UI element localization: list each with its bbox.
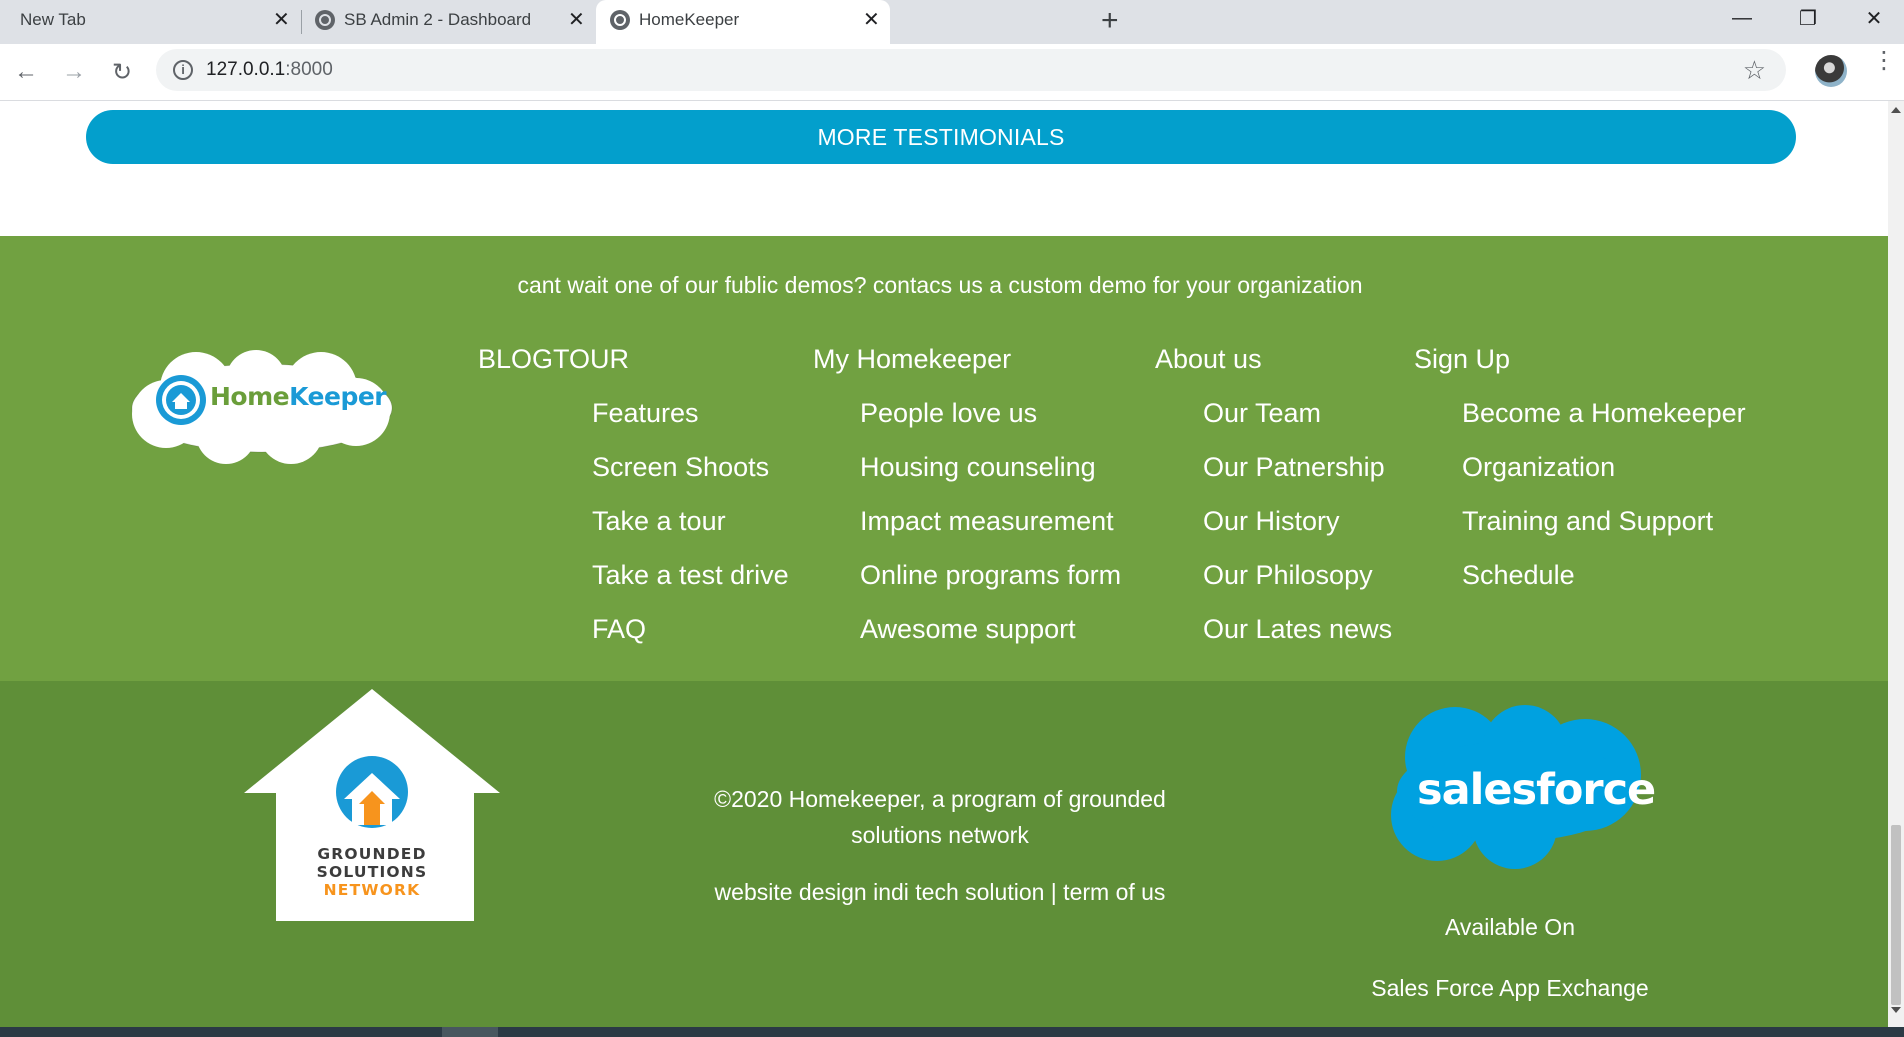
copyright-line-1: ©2020 Homekeeper, a program of grounded [714, 786, 1166, 812]
app-exchange-link[interactable]: Sales Force App Exchange [1340, 975, 1680, 1002]
wordmark-keeper: Keeper [289, 382, 387, 411]
scroll-down-arrow-icon[interactable] [1891, 1007, 1901, 1013]
page-scrollbar[interactable] [1888, 101, 1904, 1027]
footer-links-section: cant wait one of our fublic demos? conta… [0, 236, 1888, 681]
tab-homekeeper[interactable]: HomeKeeper ✕ [596, 0, 890, 44]
footer-link[interactable]: Our Patnership [1203, 452, 1385, 483]
back-arrow-icon[interactable]: ← [12, 58, 40, 86]
credits-text[interactable]: website design indi tech solution | term… [690, 879, 1190, 906]
homekeeper-wordmark: HomeKeeper [210, 382, 387, 411]
gsn-emblem-icon [336, 756, 408, 828]
copyright-line-2: solutions network [851, 822, 1029, 848]
more-testimonials-button[interactable]: MORE TESTIMONIALS [86, 110, 1796, 164]
footer-link[interactable]: Our Team [1203, 398, 1321, 429]
menu-dots-icon[interactable]: ⋮ [1872, 49, 1896, 73]
demo-cta-text[interactable]: cant wait one of our fublic demos? conta… [0, 272, 1880, 299]
footer-link[interactable]: Screen Shoots [592, 452, 769, 483]
url-port: :8000 [285, 59, 333, 80]
address-bar[interactable]: i 127.0.0.1:8000 ☆ [156, 49, 1786, 91]
tab-title: New Tab [20, 10, 86, 29]
footer-link[interactable]: Housing counseling [860, 452, 1096, 483]
available-on-text: Available On [1445, 914, 1575, 940]
taskbar-indicator [442, 1027, 498, 1037]
taskbar-strip [0, 1027, 1904, 1037]
footer-link[interactable]: Our Lates news [1203, 614, 1392, 645]
copyright-text: ©2020 Homekeeper, a program of grounded … [690, 781, 1190, 853]
close-icon[interactable]: ✕ [863, 10, 880, 30]
homekeeper-emblem-icon [156, 375, 206, 425]
globe-icon [610, 10, 630, 30]
footer-link[interactable]: Organization [1462, 452, 1615, 483]
footer-link[interactable]: Impact measurement [860, 506, 1114, 537]
minimize-icon[interactable]: — [1712, 0, 1772, 36]
tab-sb-admin[interactable]: SB Admin 2 - Dashboard ✕ [302, 0, 594, 44]
gsn-line-2: SOLUTIONS [316, 863, 428, 881]
footer-link[interactable]: Take a test drive [592, 560, 789, 591]
footer-link[interactable]: Schedule [1462, 560, 1575, 591]
grounded-solutions-logo[interactable]: GROUNDED SOLUTIONS NETWORK [242, 687, 502, 923]
salesforce-logo[interactable]: salesforce [1375, 703, 1656, 883]
tab-strip: New Tab ✕ SB Admin 2 - Dashboard ✕ HomeK… [0, 0, 1904, 44]
footer-heading-about-us[interactable]: About us [1155, 344, 1262, 375]
footer-link[interactable]: Our History [1203, 506, 1340, 537]
star-icon[interactable]: ☆ [1743, 55, 1766, 86]
wordmark-home: Home [210, 382, 290, 411]
reload-icon[interactable]: ↻ [108, 58, 136, 86]
footer-link[interactable]: Take a tour [592, 506, 726, 537]
page-viewport: MORE TESTIMONIALS cant wait one of our f… [0, 101, 1888, 1027]
footer-link[interactable]: FAQ [592, 614, 646, 645]
forward-arrow-icon[interactable]: → [60, 58, 88, 86]
close-icon[interactable]: ✕ [273, 10, 290, 30]
info-icon[interactable]: i [173, 60, 193, 80]
url-text: 127.0.0.1:8000 [206, 59, 333, 81]
plus-icon[interactable]: + [1101, 6, 1119, 36]
url-host: 127.0.0.1 [206, 59, 286, 80]
footer-link[interactable]: Become a Homekeeper [1462, 398, 1746, 429]
close-window-icon[interactable]: ✕ [1844, 0, 1904, 36]
footer-link[interactable]: Features [592, 398, 699, 429]
tab-new-tab[interactable]: New Tab ✕ [0, 0, 300, 44]
footer-link[interactable]: People love us [860, 398, 1037, 429]
restore-icon[interactable]: ❐ [1778, 0, 1838, 36]
footer-heading-my-homekeeper[interactable]: My Homekeeper [813, 344, 1011, 375]
gsn-line-1: GROUNDED [317, 845, 427, 863]
tab-title: SB Admin 2 - Dashboard [344, 10, 532, 29]
gsn-line-3: NETWORK [323, 881, 421, 899]
avatar[interactable] [1815, 55, 1847, 87]
browser-toolbar: ← → ↻ i 127.0.0.1:8000 ☆ ⋮ [0, 44, 1904, 101]
scroll-thumb[interactable] [1891, 825, 1901, 1005]
footer-heading-blogtour[interactable]: BLOGTOUR [478, 344, 629, 375]
footer-link[interactable]: Awesome support [860, 614, 1076, 645]
footer-link[interactable]: Training and Support [1462, 506, 1713, 537]
footer-link[interactable]: Online programs form [860, 560, 1121, 591]
scroll-up-arrow-icon[interactable] [1891, 107, 1901, 113]
tab-title: HomeKeeper [639, 10, 740, 29]
salesforce-wordmark: salesforce [1417, 765, 1656, 815]
footer-bottom-section: GROUNDED SOLUTIONS NETWORK ©2020 Homekee… [0, 681, 1888, 1027]
footer-heading-sign-up[interactable]: Sign Up [1414, 344, 1510, 375]
close-icon[interactable]: ✕ [568, 10, 585, 30]
footer-link[interactable]: Our Philosopy [1203, 560, 1373, 591]
globe-icon [315, 10, 335, 30]
homekeeper-logo[interactable]: HomeKeeper [126, 346, 398, 466]
